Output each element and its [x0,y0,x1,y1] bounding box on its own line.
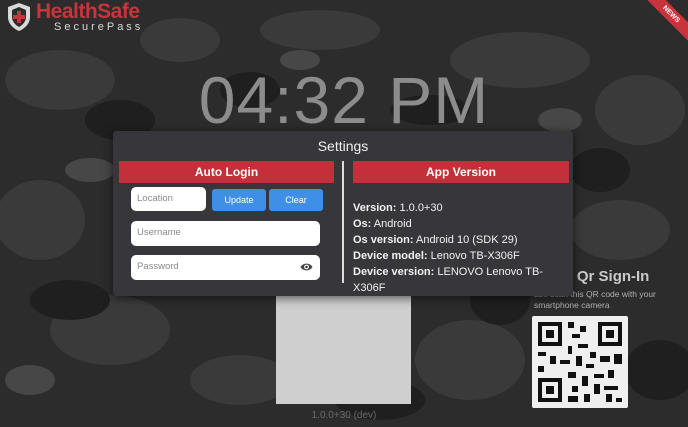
app-version-header: App Version [353,161,569,183]
footer-version: 1.0.0+30 (dev) [311,410,377,421]
clock-display: 04:32 PM [198,63,490,137]
brand-name: HealthSafe [36,0,140,23]
info-row-os: Os: Android [353,218,412,230]
auto-login-header: Auto Login [119,161,334,183]
password-input[interactable]: Password [137,261,179,272]
app-version-info: Version: 1.0.0+30 Os: Android Os version… [353,200,573,296]
dialog-title: Settings [317,138,369,154]
shield-logo-icon [8,3,30,31]
section-divider [342,161,344,283]
location-input[interactable]: Location [131,187,206,211]
qr-title: ss Qr Sign-In [556,268,650,285]
qr-code-icon [538,322,622,402]
info-row-device-version: Device version: LENOVO Lenovo TB-X306F [353,266,543,294]
clear-button[interactable]: Clear [269,189,323,211]
password-field[interactable]: Password [131,255,320,280]
username-input[interactable]: Username [131,221,320,246]
qr-code [532,316,628,408]
app-logo: HealthSafe SecurePass [6,0,143,34]
info-row-os-version: Os version: Android 10 (SDK 29) [353,234,518,246]
eye-icon[interactable] [300,261,313,273]
info-row-device-model: Device model: Lenovo TB-X306F [353,250,520,262]
settings-dialog: Settings Auto Login Location Update Clea… [113,131,573,296]
update-button[interactable]: Update [212,189,266,211]
camera-preview [276,296,411,404]
info-row-version: Version: 1.0.0+30 [353,202,443,214]
brand-subtitle: SecurePass [54,20,144,33]
